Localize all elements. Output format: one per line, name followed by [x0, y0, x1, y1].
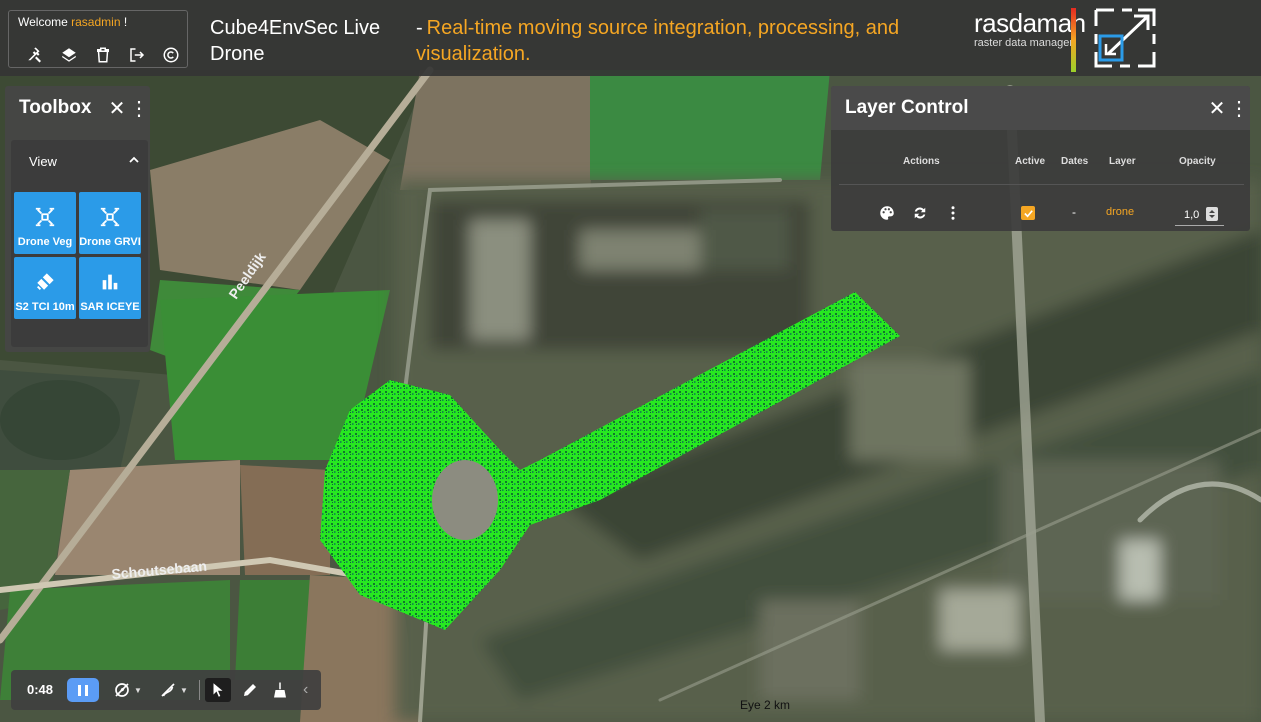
select-tool-button[interactable]: [205, 678, 231, 702]
collapse-toolbar-button[interactable]: ‹: [303, 678, 308, 702]
compass-off-icon: [115, 683, 129, 697]
palette-icon[interactable]: [876, 202, 898, 224]
welcome-text: Welcome rasadmin !: [18, 15, 127, 29]
welcome-prefix: Welcome: [18, 15, 68, 29]
bar-chart-icon: [102, 274, 118, 290]
sar-iceye-label: SAR ICEYE: [80, 301, 140, 313]
caret-down-icon: ▼: [134, 685, 142, 695]
opacity-input[interactable]: 1,0: [1175, 200, 1224, 226]
broom-icon: [274, 682, 286, 698]
dates-value: -: [1072, 205, 1076, 219]
view-section: View Drone Veg Drone GRVI S2 TCI 10m SAR…: [11, 140, 148, 347]
logout-icon[interactable]: [125, 43, 149, 67]
logo-color-bar: [1071, 8, 1076, 72]
playback-time: 0:48: [27, 682, 54, 697]
app-header: Welcome rasadmin ! Cube4EnvSec Live Dron…: [0, 0, 1261, 76]
refresh-icon[interactable]: [909, 202, 931, 224]
trash-icon[interactable]: [91, 43, 115, 67]
playback-toolbar: 0:48 ▼ ▼ ‹: [11, 670, 321, 710]
track-off-button[interactable]: ▼: [159, 678, 188, 702]
tools-icon[interactable]: [23, 43, 47, 67]
layers-icon[interactable]: [57, 43, 81, 67]
toolbox-title: Toolbox: [19, 97, 92, 118]
cursor-icon: [213, 683, 223, 697]
compass-off-button[interactable]: ▼: [113, 678, 142, 702]
s2-tci-button[interactable]: S2 TCI 10m: [14, 257, 76, 319]
col-opacity: Opacity: [1179, 156, 1216, 167]
subtitle-text: Real-time moving source integration, pro…: [416, 17, 900, 65]
chevron-up-icon[interactable]: [120, 154, 148, 169]
sar-iceye-button[interactable]: SAR ICEYE: [79, 257, 141, 319]
app-title: Cube4EnvSec Live Drone: [210, 17, 381, 65]
cube-logo-icon: [1094, 8, 1156, 68]
table-row: - drone 1,0: [831, 198, 1250, 228]
col-active: Active: [1015, 156, 1046, 167]
route-off-icon: [161, 683, 175, 697]
drone-veg-label: Drone Veg: [17, 236, 73, 248]
active-checkbox[interactable]: [1021, 206, 1035, 220]
pause-button[interactable]: [67, 678, 99, 702]
divider: [839, 184, 1244, 185]
col-dates: Dates: [1061, 156, 1089, 167]
drone-veg-button[interactable]: Drone Veg: [14, 192, 76, 254]
rasdaman-logo: rasdaman raster data manager: [974, 10, 1086, 49]
eye-altitude: Eye 2 km: [740, 698, 790, 712]
logo-tagline: raster data manager: [974, 37, 1074, 49]
drone-grvi-label: Drone GRVI: [79, 236, 141, 248]
subtitle-dash: -: [416, 17, 423, 39]
username: rasadmin: [71, 15, 121, 29]
pencil-icon: [244, 684, 256, 696]
check-icon: [1023, 209, 1033, 217]
layer-control-title: Layer Control: [845, 97, 969, 118]
layer-control-close-button[interactable]: ✕: [1206, 97, 1228, 120]
drone-icon: [100, 207, 120, 227]
user-panel: Welcome rasadmin !: [8, 10, 188, 68]
logo-name: rasdaman: [974, 8, 1086, 38]
layer-control-menu-button[interactable]: ⋮: [1228, 97, 1250, 120]
eye-label: Eye: [740, 698, 761, 712]
view-section-header[interactable]: View: [11, 140, 148, 182]
layer-name[interactable]: drone: [1106, 206, 1134, 218]
more-vertical-icon[interactable]: [942, 202, 964, 224]
welcome-suffix: !: [123, 15, 128, 29]
drone-icon: [35, 207, 55, 227]
copyright-icon[interactable]: [159, 43, 183, 67]
satellite-icon: [37, 273, 54, 290]
toolbar-divider: [199, 680, 200, 700]
toolbox-menu-button[interactable]: ⋮: [128, 97, 150, 120]
s2-tci-label: S2 TCI 10m: [15, 301, 75, 313]
view-section-label: View: [29, 153, 57, 169]
drone-grvi-button[interactable]: Drone GRVI: [79, 192, 141, 254]
layer-control-panel: Layer Control ✕ ⋮ Actions Active Dates L…: [831, 86, 1250, 231]
app-subtitle: - Real-time moving source integration, pr…: [416, 15, 916, 67]
toolbox-close-button[interactable]: ✕: [106, 97, 128, 120]
opacity-spinner[interactable]: [1206, 207, 1218, 221]
eye-value: 2 km: [764, 698, 791, 712]
caret-down-icon: ▼: [180, 685, 188, 695]
col-layer: Layer: [1109, 156, 1136, 167]
clear-tool-button[interactable]: [271, 678, 289, 702]
draw-tool-button[interactable]: [241, 678, 259, 702]
opacity-value: 1,0: [1184, 209, 1200, 221]
col-actions: Actions: [903, 156, 940, 167]
toolbox-panel: Toolbox ✕ ⋮ View Drone Veg Drone GRVI S2…: [5, 86, 150, 352]
